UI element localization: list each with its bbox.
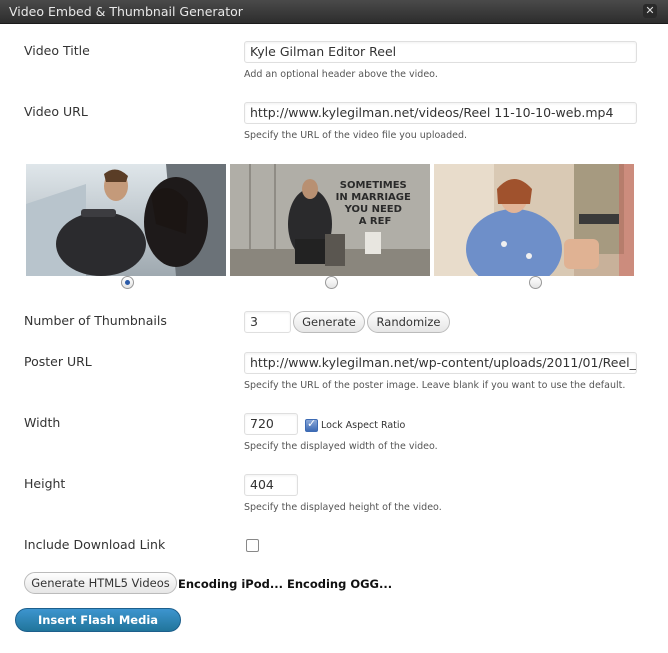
video-url-help: Specify the URL of the video file you up… xyxy=(244,130,468,141)
video-title-help: Add an optional header above the video. xyxy=(244,69,438,80)
width-label: Width xyxy=(24,415,61,430)
dialog-titlebar: Video Embed & Thumbnail Generator ✕ xyxy=(0,0,668,24)
height-label: Height xyxy=(24,476,66,491)
thumbnail-2[interactable]: SOMETIMES IN MARRIAGE YOU NEED A REF xyxy=(230,164,430,276)
randomize-button[interactable]: Randomize xyxy=(367,311,450,333)
lock-aspect-ratio-label: Lock Aspect Ratio xyxy=(321,420,406,431)
thumbnail-3[interactable] xyxy=(434,164,634,276)
thumbnail-3-image xyxy=(434,164,634,276)
thumbnail-1-radio[interactable] xyxy=(121,276,134,289)
video-url-input[interactable]: http://www.kylegilman.net/videos/Reel 11… xyxy=(244,102,637,124)
video-title-label: Video Title xyxy=(24,43,90,58)
poster-url-help: Specify the URL of the poster image. Lea… xyxy=(244,380,626,391)
height-help: Specify the displayed height of the vide… xyxy=(244,502,442,513)
insert-flash-media-player-button[interactable]: Insert Flash Media Player xyxy=(15,608,181,649)
num-thumbnails-label: Number of Thumbnails xyxy=(24,313,167,328)
thumbnail-2-radio[interactable] xyxy=(325,276,338,289)
thumbnail-3-radio[interactable] xyxy=(529,276,542,289)
thumbnail-2-image: SOMETIMES IN MARRIAGE YOU NEED A REF xyxy=(230,164,430,276)
video-title-input[interactable]: Kyle Gilman Editor Reel xyxy=(244,41,637,63)
poster-url-input[interactable]: http://www.kylegilman.net/wp-content/upl… xyxy=(244,352,637,374)
download-link-label: Include Download Link xyxy=(24,537,166,552)
generate-button[interactable]: Generate xyxy=(293,311,365,333)
width-input[interactable]: 720 xyxy=(244,413,298,435)
width-help: Specify the displayed width of the video… xyxy=(244,441,438,452)
thumbnail-1[interactable] xyxy=(26,164,226,276)
poster-url-label: Poster URL xyxy=(24,354,92,369)
height-input[interactable]: 404 xyxy=(244,474,298,496)
download-link-checkbox[interactable] xyxy=(246,539,259,552)
lock-aspect-ratio-checkbox[interactable] xyxy=(305,417,318,432)
video-url-label: Video URL xyxy=(24,104,88,119)
close-icon[interactable]: ✕ xyxy=(643,4,657,18)
thumbnail-1-image xyxy=(26,164,226,276)
generate-html5-button[interactable]: Generate HTML5 Videos xyxy=(24,572,177,594)
dialog-title: Video Embed & Thumbnail Generator xyxy=(9,4,243,19)
num-thumbnails-input[interactable]: 3 xyxy=(244,311,291,333)
encoding-status: Encoding iPod... Encoding OGG... xyxy=(178,577,393,591)
